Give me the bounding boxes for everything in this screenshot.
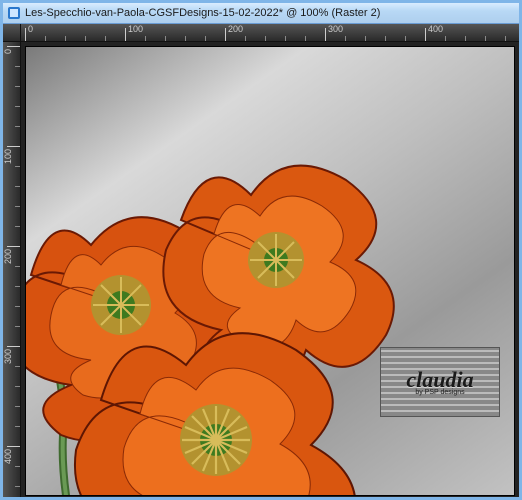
titlebar[interactable]: Les-Specchio-van-Paola-CGSFDesigns-15-02… bbox=[3, 3, 519, 24]
canvas[interactable]: claudia by PSP designs bbox=[25, 46, 515, 496]
document-window: Les-Specchio-van-Paola-CGSFDesigns-15-02… bbox=[0, 0, 522, 500]
ruler-tick bbox=[7, 146, 21, 147]
ruler-tick bbox=[325, 28, 326, 42]
ruler-tick bbox=[7, 46, 21, 47]
ruler-label: 0 bbox=[3, 49, 21, 54]
ruler-tick bbox=[7, 246, 21, 247]
watermark-name: claudia bbox=[406, 369, 473, 391]
ruler-label: 100 bbox=[128, 24, 143, 34]
ruler-label: 400 bbox=[428, 24, 443, 34]
ruler-label: 200 bbox=[3, 249, 21, 264]
window-title: Les-Specchio-van-Paola-CGSFDesigns-15-02… bbox=[25, 7, 380, 19]
document-icon bbox=[7, 6, 21, 20]
ruler-label: 300 bbox=[328, 24, 343, 34]
ruler-label: 100 bbox=[3, 149, 21, 164]
ruler-tick bbox=[125, 28, 126, 42]
ruler-vertical[interactable]: 0 100 200 300 400 bbox=[3, 42, 21, 497]
ruler-tick bbox=[7, 346, 21, 347]
watermark-panel: claudia by PSP designs bbox=[380, 347, 500, 417]
ruler-horizontal[interactable]: 0100200300400500 bbox=[21, 24, 519, 42]
ruler-label: 200 bbox=[228, 24, 243, 34]
canvas-viewport[interactable]: claudia by PSP designs bbox=[21, 42, 519, 497]
ruler-origin[interactable] bbox=[3, 24, 21, 42]
ruler-tick bbox=[425, 28, 426, 42]
flower-artwork bbox=[25, 105, 421, 496]
ruler-label: 300 bbox=[3, 349, 21, 364]
ruler-label: 400 bbox=[3, 449, 21, 464]
workspace: 0100200300400500 0100200300400 bbox=[3, 24, 519, 497]
ruler-tick bbox=[7, 446, 21, 447]
ruler-label: 0 bbox=[28, 24, 33, 34]
ruler-tick bbox=[225, 28, 226, 42]
ruler-tick bbox=[25, 28, 26, 42]
watermark-subtitle: by PSP designs bbox=[415, 389, 464, 396]
